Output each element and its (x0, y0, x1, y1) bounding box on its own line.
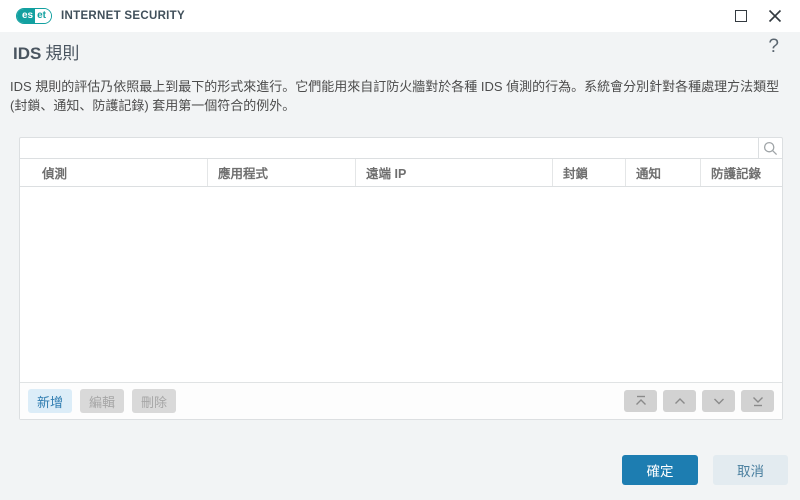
column-header-application[interactable]: 應用程式 (208, 159, 356, 186)
column-header-notify[interactable]: 通知 (626, 159, 701, 186)
maximize-icon (735, 10, 747, 22)
help-icon[interactable]: ? (768, 36, 779, 58)
rules-toolbar: 新增 編輯 刪除 (20, 382, 782, 419)
search-button[interactable] (758, 138, 782, 158)
eset-logo-left: es (17, 9, 36, 23)
column-header-block[interactable]: 封鎖 (553, 159, 626, 186)
move-to-bottom-icon (752, 397, 763, 407)
edit-button[interactable]: 編輯 (80, 389, 125, 413)
page-title: IDS 規則 (13, 39, 79, 64)
eset-logo-right: et (35, 9, 52, 23)
eset-logo: es et (16, 8, 53, 24)
table-header-row: 偵測 應用程式 遠端 IP 封鎖 通知 防護記錄 (20, 159, 782, 187)
page-title-zh: 規則 (45, 44, 80, 63)
move-to-bottom-button[interactable] (741, 390, 774, 412)
close-icon (768, 9, 782, 23)
ok-button[interactable]: 確定 (622, 455, 698, 485)
move-up-button[interactable] (663, 390, 696, 412)
column-header-detection[interactable]: 偵測 (20, 159, 208, 186)
column-header-remote-ip[interactable]: 遠端 IP (356, 159, 553, 186)
column-header-log[interactable]: 防護記錄 (701, 159, 782, 186)
delete-button[interactable]: 刪除 (132, 389, 177, 413)
move-up-icon (674, 398, 685, 404)
move-down-icon (713, 398, 724, 405)
rules-panel: 偵測 應用程式 遠端 IP 封鎖 通知 防護記錄 新增 編輯 刪除 (19, 137, 783, 420)
titlebar: es et INTERNET SECURITY (0, 0, 800, 32)
search-icon (763, 141, 778, 155)
ids-rules-dialog: es et INTERNET SECURITY IDS 規則 ? IDS 規則的評… (0, 0, 800, 500)
table-body-empty (20, 187, 782, 382)
add-button[interactable]: 新增 (28, 389, 73, 413)
maximize-button[interactable] (726, 0, 756, 32)
close-button[interactable] (760, 0, 790, 32)
search-input[interactable] (20, 138, 758, 158)
page-title-en: IDS (13, 44, 42, 63)
move-to-top-button[interactable] (624, 390, 657, 412)
search-row (20, 138, 782, 159)
cancel-button[interactable]: 取消 (713, 455, 788, 485)
product-name: INTERNET SECURITY (61, 10, 185, 22)
page-description: IDS 規則的評估乃依照最上到最下的形式來進行。它們能用來自訂防火牆對於各種 I… (10, 79, 780, 113)
move-to-top-icon (635, 395, 646, 405)
move-down-button[interactable] (702, 390, 735, 412)
